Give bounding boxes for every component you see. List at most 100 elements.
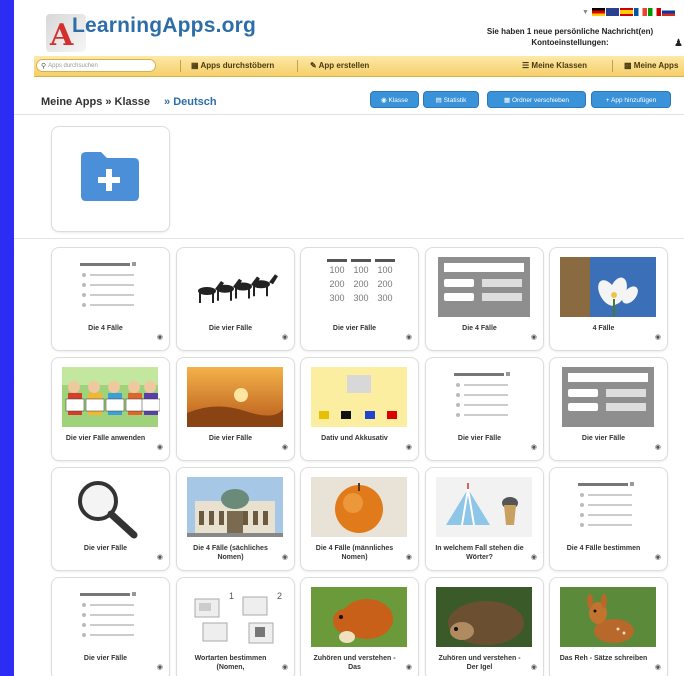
eye-icon[interactable]: ◉ xyxy=(406,333,412,341)
eye-icon[interactable]: ◉ xyxy=(406,663,412,671)
eye-icon[interactable]: ◉ xyxy=(655,443,661,451)
app-tile[interactable]: 4 Fälle ◉ xyxy=(549,247,668,351)
chart-icon: ▤ xyxy=(435,97,442,104)
logo[interactable]: A LearningApps.org xyxy=(46,4,256,54)
app-tile[interactable]: Die vier Fälle ◉ xyxy=(176,357,295,461)
app-tile[interactable]: Die vier Fälle ◉ xyxy=(549,357,668,461)
nav-browse-apps[interactable]: ▦ Apps durchstöbern xyxy=(191,56,274,76)
eye-icon[interactable]: ◉ xyxy=(531,443,537,451)
app-tile[interactable]: Die 4 Fälle bestimmen ◉ xyxy=(549,467,668,571)
class-button[interactable]: ◉ Klasse xyxy=(370,91,419,108)
eye-icon[interactable]: ◉ xyxy=(531,553,537,561)
app-tile[interactable]: Die 4 Fälle ◉ xyxy=(51,247,170,351)
nav-classes-label: Meine Klassen xyxy=(531,61,587,70)
account-settings-link[interactable]: Kontoeinstellungen: xyxy=(470,37,670,48)
nav-separator xyxy=(297,60,298,72)
flags-caret-icon: ▼ xyxy=(582,8,589,16)
eye-icon[interactable]: ◉ xyxy=(282,663,288,671)
statistics-button-label: Statistik xyxy=(443,97,467,104)
app-title: Dativ und Akkusativ xyxy=(321,435,388,442)
eye-icon[interactable]: ◉ xyxy=(655,333,661,341)
eye-icon[interactable]: ◉ xyxy=(531,663,537,671)
grid-number: 100 xyxy=(329,265,344,275)
folder-move-icon: ▦ xyxy=(503,97,511,104)
eye-icon[interactable]: ◉ xyxy=(531,333,537,341)
app-tile[interactable]: Die 4 Fälle (männliches Nomen) ◉ xyxy=(300,467,419,571)
app-tile[interactable]: Die 4 Fälle (sächliches Nomen) ◉ xyxy=(176,467,295,571)
eye-icon[interactable]: ◉ xyxy=(282,333,288,341)
app-title: Wortarten bestimmen (Nomen, xyxy=(194,655,267,671)
app-tile[interactable]: Zuhören und verstehen - Das ◉ xyxy=(300,577,419,676)
app-tile[interactable]: Zuhören und verstehen - Der Igel ◉ xyxy=(425,577,544,676)
app-tile[interactable]: Das Reh - Sätze schreiben ◉ xyxy=(549,577,668,676)
app-tile[interactable]: Dativ und Akkusativ ◉ xyxy=(300,357,419,461)
eye-icon[interactable]: ◉ xyxy=(157,443,163,451)
app-tile[interactable]: Die vier Fälle ◉ xyxy=(51,467,170,571)
logo-mark-icon: A xyxy=(50,18,74,53)
app-title: Die 4 Fälle xyxy=(462,325,497,332)
grid-number: 300 xyxy=(353,293,368,303)
app-tile[interactable]: In welchem Fall stehen die Wörter? ◉ xyxy=(425,467,544,571)
nav-my-classes[interactable]: ☰ Meine Klassen xyxy=(522,56,587,76)
flag-uk-icon[interactable] xyxy=(605,8,619,16)
add-app-button[interactable]: + App hinzufügen xyxy=(591,91,671,108)
card-number: 1 xyxy=(229,591,234,601)
eye-icon[interactable]: ◉ xyxy=(282,553,288,561)
app-thumbnail xyxy=(578,482,634,527)
user-icon[interactable]: ♟ xyxy=(674,38,683,49)
search-input[interactable]: ⚲ Apps durchsuchen xyxy=(36,59,156,72)
flag-es-icon[interactable] xyxy=(619,8,633,16)
flag-fr-icon[interactable] xyxy=(633,8,647,16)
app-tile[interactable]: Die vier Fälle anwenden ◉ xyxy=(51,357,170,461)
add-folder-icon xyxy=(81,152,139,201)
move-folder-label: Ordner verschieben xyxy=(511,97,570,104)
app-thumbnail xyxy=(80,592,136,637)
header: A LearningApps.org ▼ Sie haben 1 neue pe… xyxy=(14,0,684,56)
app-title: Die 4 Fälle (männliches Nomen) xyxy=(315,545,394,561)
grid-number: 200 xyxy=(329,279,344,289)
eye-icon[interactable]: ◉ xyxy=(157,553,163,561)
pencil-icon: ✎ xyxy=(310,61,317,70)
app-title: Die 4 Fälle (sächliches Nomen) xyxy=(193,545,268,561)
app-tile[interactable]: Die vier Fälle ◉ xyxy=(176,247,295,351)
app-thumbnail xyxy=(560,257,656,317)
flag-ru-icon[interactable] xyxy=(661,8,675,16)
eye-icon[interactable]: ◉ xyxy=(406,443,412,451)
eye-icon[interactable]: ◉ xyxy=(655,553,661,561)
eye-icon[interactable]: ◉ xyxy=(655,663,661,671)
nav-create-app[interactable]: ✎ App erstellen xyxy=(310,56,369,76)
move-folder-button[interactable]: ▦ Ordner verschieben xyxy=(487,91,586,108)
app-title: Die vier Fälle xyxy=(83,655,128,662)
app-title: Die vier Fälle xyxy=(457,435,502,442)
app-thumbnail xyxy=(560,587,656,647)
app-tile[interactable]: 1 2 Wortarten bestimmen (Nomen, ◉ xyxy=(176,577,295,676)
language-flags[interactable]: ▼ xyxy=(582,8,675,16)
notification-message[interactable]: Sie haben 1 neue persönliche Nachricht(e… xyxy=(470,26,670,48)
new-folder-card[interactable] xyxy=(51,126,170,232)
app-thumbnail: 12 xyxy=(194,591,282,644)
divider xyxy=(14,238,684,239)
flag-it-icon[interactable] xyxy=(647,8,661,16)
statistics-button[interactable]: ▤ Statistik xyxy=(423,91,479,108)
grid-number: 200 xyxy=(377,279,392,289)
app-tile[interactable]: Die vier Fälle ◉ xyxy=(425,357,544,461)
eye-icon[interactable]: ◉ xyxy=(157,333,163,341)
app-thumbnail: 100 100 100 200 200 200 300 300 300 xyxy=(327,259,395,303)
eye-icon[interactable]: ◉ xyxy=(282,443,288,451)
message-line[interactable]: Sie haben 1 neue persönliche Nachricht(e… xyxy=(470,26,670,37)
app-title: Die vier Fälle xyxy=(83,545,128,552)
nav-create-label: App erstellen xyxy=(318,61,370,70)
nav-browse-label: Apps durchstöbern xyxy=(200,61,275,70)
app-tile[interactable]: Die vier Fälle ◉ xyxy=(51,577,170,676)
nav-my-apps[interactable]: ▩ Meine Apps xyxy=(624,56,678,76)
divider xyxy=(14,114,684,115)
app-title: Die 4 Fälle bestimmen xyxy=(566,545,641,552)
breadcrumb-path[interactable]: Meine Apps » Klasse xyxy=(41,96,150,108)
app-tile[interactable]: 100 100 100 200 200 200 300 300 300 Die vier Fäll… xyxy=(300,247,419,351)
eye-icon[interactable]: ◉ xyxy=(157,663,163,671)
app-tile[interactable]: Die 4 Fälle ◉ xyxy=(425,247,544,351)
eye-icon[interactable]: ◉ xyxy=(406,553,412,561)
app-title: Die vier Fälle xyxy=(208,435,253,442)
flag-de-icon[interactable] xyxy=(591,8,605,16)
app-thumbnail xyxy=(562,367,654,427)
